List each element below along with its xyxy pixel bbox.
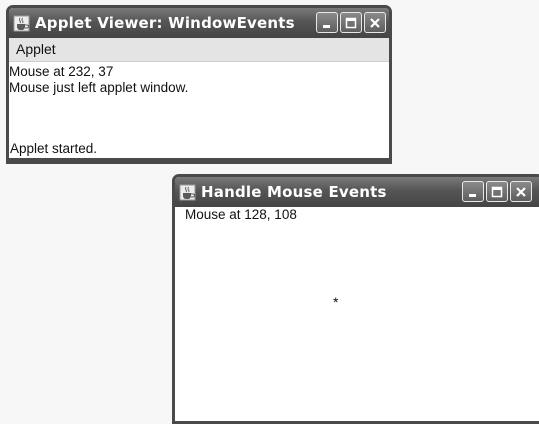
- applet-viewer-window: Applet Viewer: WindowEvents Applet Mouse: [6, 5, 392, 164]
- applet-menu[interactable]: Applet: [16, 41, 56, 57]
- minimize-icon: [321, 17, 333, 29]
- mouse-events-window-controls: [462, 181, 532, 202]
- mouse-events-titlebar[interactable]: Handle Mouse Events: [175, 177, 539, 207]
- mouse-left-message: Mouse just left applet window.: [9, 80, 189, 95]
- applet-viewer-bottom-border: [9, 158, 389, 161]
- mouse-events-content-area[interactable]: Mouse at 128, 108 *: [175, 207, 539, 421]
- mouse-events-window: Handle Mouse Events Mouse at 128, 108 *: [172, 174, 539, 424]
- java-cup-icon: [13, 15, 30, 32]
- maximize-icon: [491, 186, 503, 198]
- cursor-asterisk: *: [333, 294, 339, 310]
- mouse-position-text: Mouse at 232, 37: [9, 64, 114, 79]
- maximize-icon: [345, 17, 357, 29]
- applet-content-area[interactable]: Mouse at 232, 37 Mouse just left applet …: [9, 62, 389, 161]
- close-icon: [369, 17, 381, 29]
- minimize-button[interactable]: [462, 181, 484, 202]
- minimize-icon: [467, 186, 479, 198]
- maximize-button[interactable]: [340, 12, 362, 33]
- applet-viewer-titlebar[interactable]: Applet Viewer: WindowEvents: [9, 8, 389, 38]
- close-icon: [515, 186, 527, 198]
- applet-viewer-window-controls: [316, 12, 386, 33]
- mouse-position-text: Mouse at 128, 108: [185, 207, 297, 222]
- java-cup-icon: [179, 184, 196, 201]
- close-button[interactable]: [510, 181, 532, 202]
- applet-status-text: Applet started.: [10, 141, 98, 156]
- close-button[interactable]: [364, 12, 386, 33]
- applet-menubar: Applet: [9, 38, 389, 62]
- mouse-events-title: Handle Mouse Events: [201, 183, 387, 201]
- minimize-button[interactable]: [316, 12, 338, 33]
- applet-viewer-title: Applet Viewer: WindowEvents: [35, 14, 295, 32]
- maximize-button[interactable]: [486, 181, 508, 202]
